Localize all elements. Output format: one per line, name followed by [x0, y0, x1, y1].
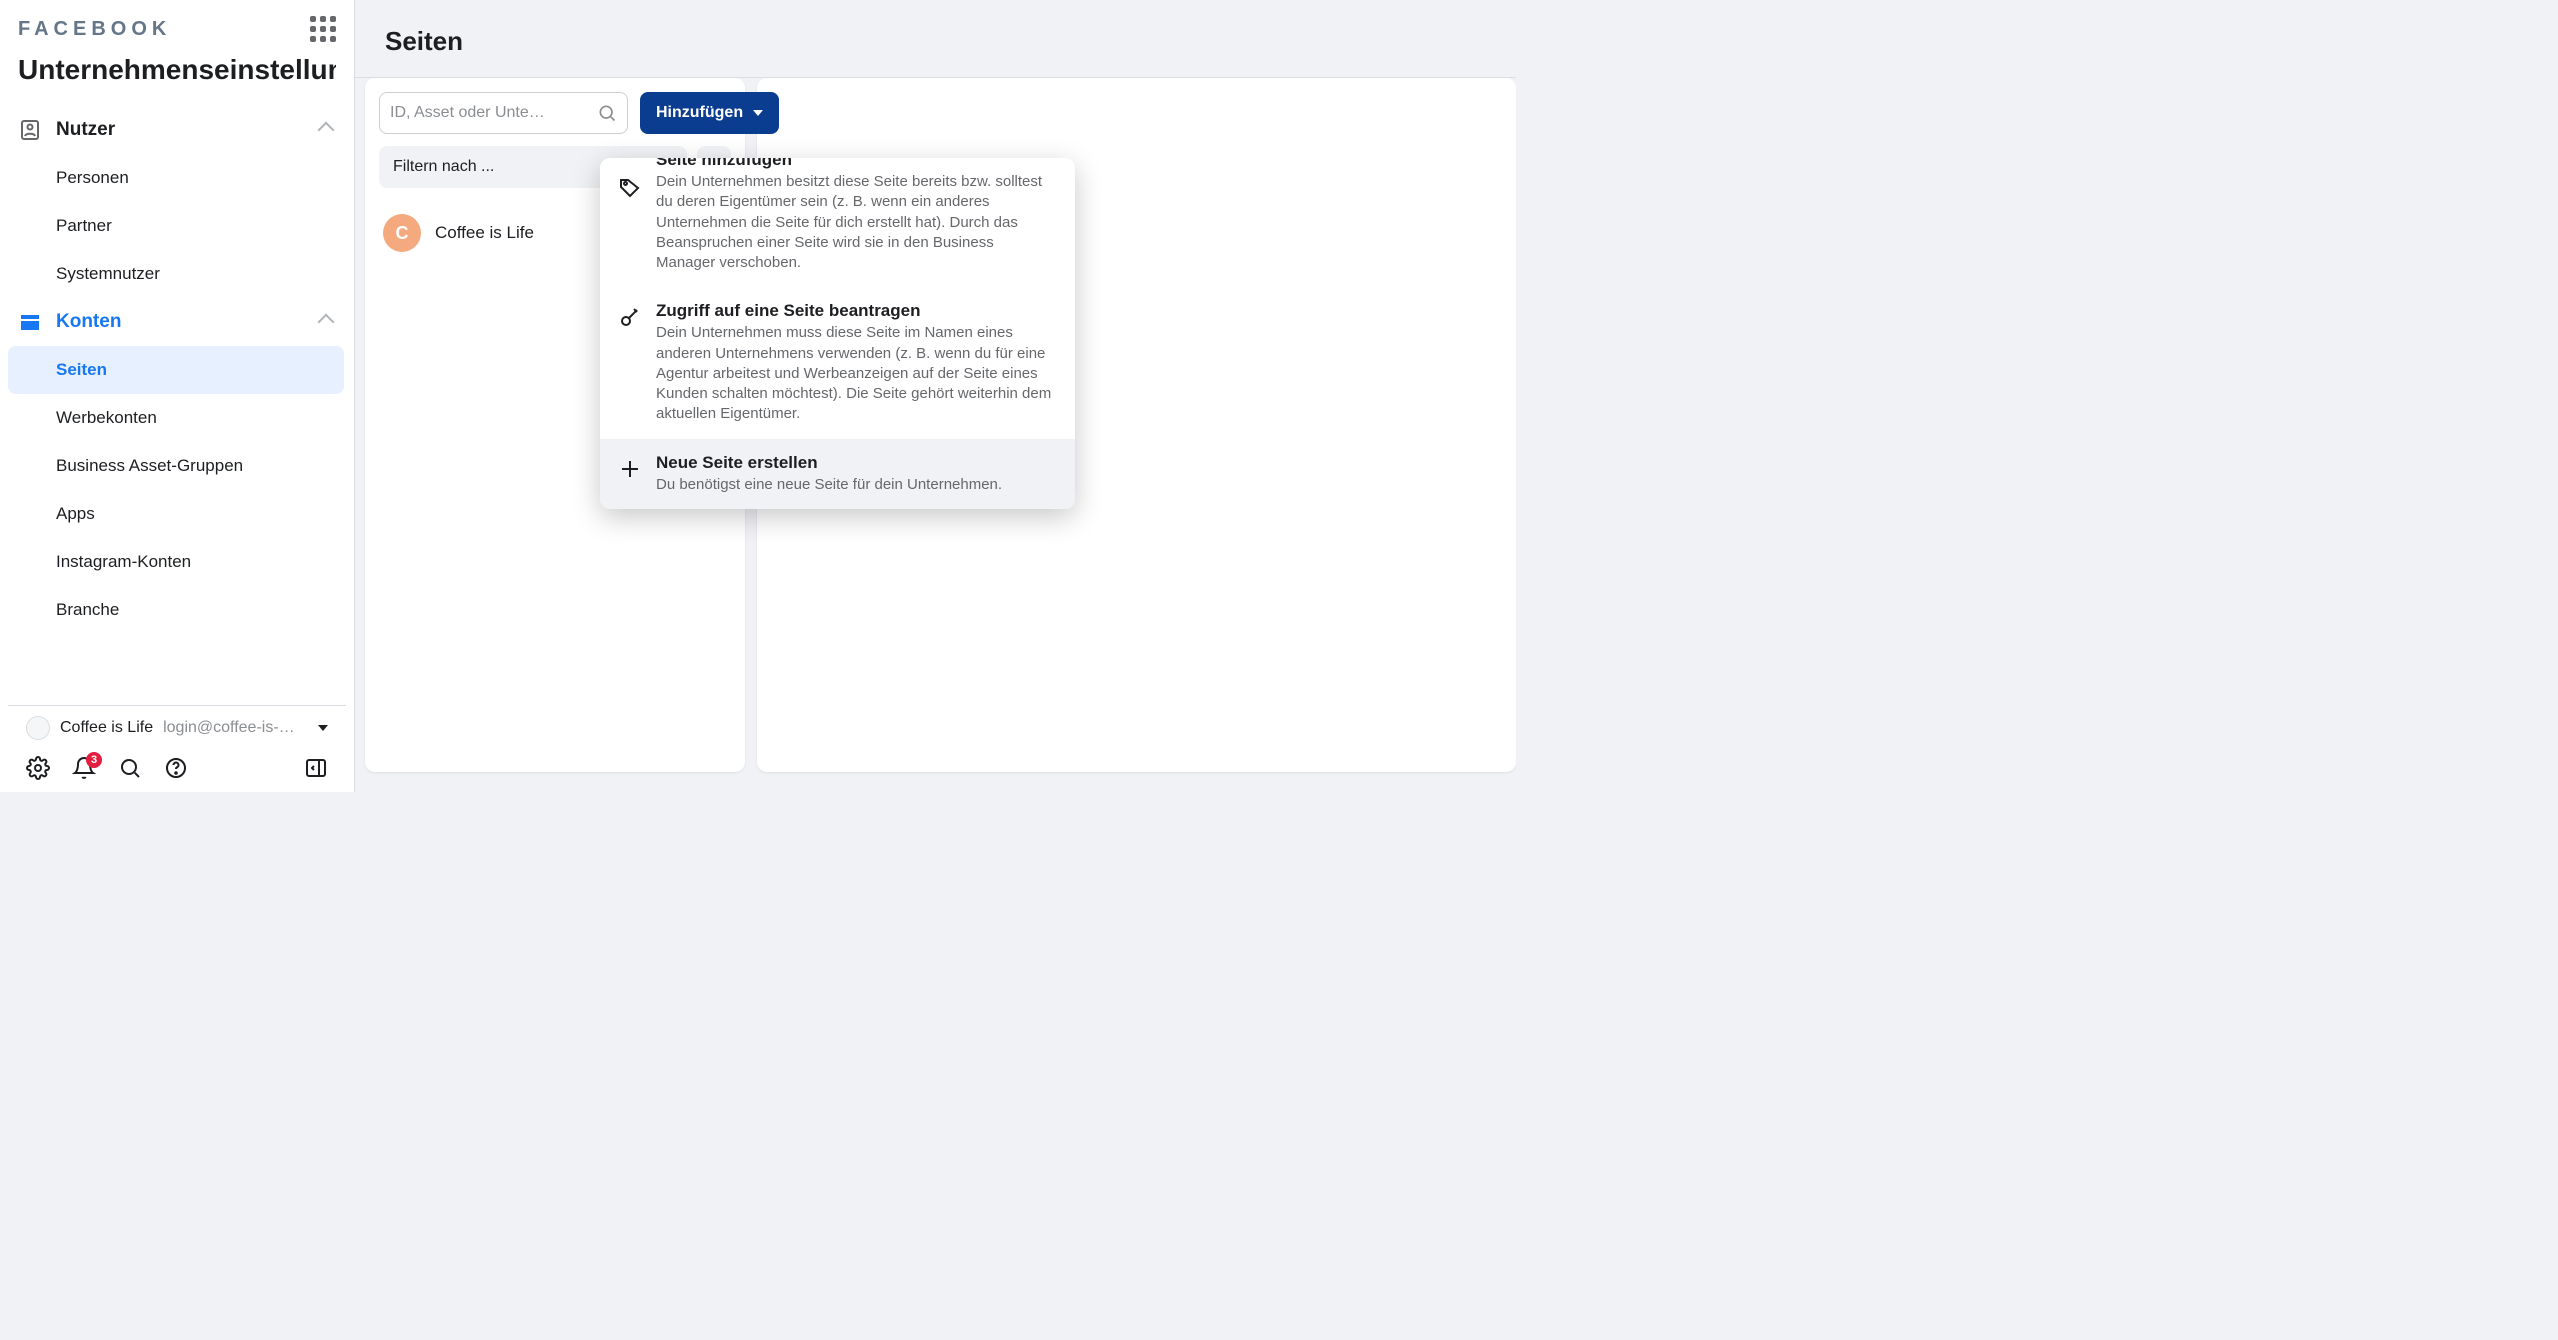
add-button-label: Hinzufügen	[656, 104, 743, 122]
asset-name: Coffee is Life	[435, 223, 534, 243]
dropdown-option-add-page[interactable]: Seite hinzufügen Dein Unternehmen besitz…	[600, 158, 1075, 287]
account-switcher[interactable]: Coffee is Life login@coffee-is-…	[26, 716, 328, 740]
dropdown-option-request-access[interactable]: Zugriff auf eine Seite beantragen Dein U…	[600, 287, 1075, 438]
accounts-icon	[18, 310, 42, 334]
dropdown-option-title: Zugriff auf eine Seite beantragen	[656, 301, 1057, 321]
chevron-up-icon	[318, 122, 335, 139]
settings-icon[interactable]	[26, 756, 50, 780]
nav-item-instagram-konten[interactable]: Instagram-Konten	[56, 538, 354, 586]
apps-menu-icon[interactable]	[310, 16, 336, 42]
key-icon	[618, 305, 642, 329]
sidebar-nav: Nutzer Personen Partner Systemnutzer Kon…	[0, 94, 354, 705]
users-icon	[18, 118, 42, 142]
nav-item-seiten[interactable]: Seiten	[8, 346, 344, 394]
dropdown-option-title: Seite hinzufügen	[656, 158, 1057, 170]
nav-item-personen[interactable]: Personen	[56, 154, 354, 202]
nav-item-werbekonten[interactable]: Werbekonten	[56, 394, 354, 442]
nav-item-partner[interactable]: Partner	[56, 202, 354, 250]
sidebar-footer: Coffee is Life login@coffee-is-… 3	[8, 705, 346, 792]
dropdown-option-desc: Dein Unternehmen muss diese Seite im Nam…	[656, 323, 1057, 424]
dropdown-option-create-page[interactable]: Neue Seite erstellen Du benötigst eine n…	[600, 439, 1075, 509]
asset-search-input[interactable]	[390, 104, 597, 122]
nav-item-apps[interactable]: Apps	[56, 490, 354, 538]
dropdown-option-title: Neue Seite erstellen	[656, 453, 1057, 473]
nav-group-users-label: Nutzer	[56, 119, 115, 141]
search-icon	[597, 103, 617, 123]
add-dropdown: Seite hinzufügen Dein Unternehmen besitz…	[600, 158, 1075, 509]
business-email: login@coffee-is-…	[163, 719, 295, 737]
help-icon[interactable]	[164, 756, 188, 780]
business-name: Coffee is Life	[60, 719, 153, 737]
nav-group-users[interactable]: Nutzer	[0, 106, 354, 154]
chevron-down-icon	[318, 725, 328, 731]
nav-group-accounts[interactable]: Konten	[0, 298, 354, 346]
add-button[interactable]: Hinzufügen	[640, 92, 779, 134]
chevron-down-icon	[753, 110, 763, 116]
sidebar: FACEBOOK Unternehmenseinstellung Nutzer …	[0, 0, 355, 792]
filter-label: Filtern nach ...	[393, 158, 494, 176]
collapse-sidebar-icon[interactable]	[304, 756, 328, 780]
tag-icon	[618, 176, 642, 200]
dropdown-option-desc: Dein Unternehmen besitzt diese Seite ber…	[656, 172, 1057, 273]
nav-item-systemnutzer[interactable]: Systemnutzer	[56, 250, 354, 298]
page-title: Seiten	[385, 26, 1486, 57]
nav-item-branche[interactable]: Branche	[56, 586, 354, 634]
search-icon[interactable]	[118, 756, 142, 780]
dropdown-option-desc: Du benötigst eine neue Seite für dein Un…	[656, 475, 1057, 495]
facebook-brand: FACEBOOK	[18, 18, 171, 41]
page-section-title: Unternehmenseinstellung	[18, 54, 336, 86]
asset-avatar: C	[383, 214, 421, 252]
chevron-up-icon	[318, 314, 335, 331]
notifications-icon[interactable]: 3	[72, 756, 96, 780]
nav-item-business-asset-gruppen[interactable]: Business Asset-Gruppen	[56, 442, 354, 490]
notification-badge: 3	[86, 752, 102, 768]
nav-group-accounts-label: Konten	[56, 311, 121, 333]
business-avatar	[26, 716, 50, 740]
plus-icon	[618, 457, 642, 481]
asset-search[interactable]	[379, 92, 628, 134]
